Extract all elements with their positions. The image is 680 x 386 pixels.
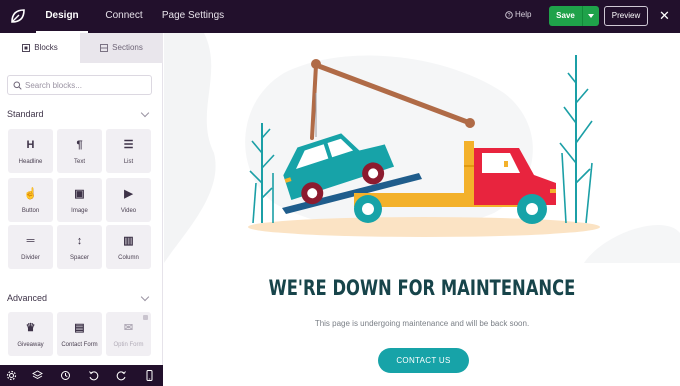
block-image[interactable]: ▣ Image xyxy=(57,178,102,222)
block-optin-form[interactable]: ✉ Optin Form xyxy=(106,312,151,356)
bottom-toolbar xyxy=(0,365,163,386)
block-label: Divider xyxy=(21,255,40,261)
mobile-preview-icon[interactable] xyxy=(144,370,155,381)
block-label: Column xyxy=(118,255,139,261)
tab-sections-label: Sections xyxy=(112,43,143,52)
block-headline[interactable]: H Headline xyxy=(8,129,53,173)
search-box[interactable] xyxy=(7,75,152,95)
block-divider[interactable]: ═ Divider xyxy=(8,225,53,269)
block-label: Giveaway xyxy=(17,342,44,348)
search-input[interactable] xyxy=(25,78,145,92)
layers-icon[interactable] xyxy=(32,370,43,381)
save-options-chevron-icon[interactable] xyxy=(582,6,599,26)
block-label: Image xyxy=(71,208,88,214)
block-spacer[interactable]: ↕ Spacer xyxy=(57,225,102,269)
pointer-icon: ☝ xyxy=(23,188,38,200)
standard-chevron-icon[interactable] xyxy=(140,108,150,118)
sections-icon xyxy=(100,44,109,52)
search-icon xyxy=(13,81,22,90)
settings-gear-icon[interactable] xyxy=(6,370,17,381)
standard-section-heading[interactable]: Standard xyxy=(7,109,44,119)
block-text[interactable]: ¶ Text xyxy=(57,129,102,173)
save-button[interactable]: Save xyxy=(549,6,599,26)
seedprod-logo-icon[interactable] xyxy=(8,6,28,26)
envelope-icon: ✉ xyxy=(123,322,134,334)
paragraph-icon: ¶ xyxy=(76,139,83,151)
help-link[interactable]: ? Help xyxy=(505,10,531,19)
help-icon: ? xyxy=(505,10,513,19)
save-label: Save xyxy=(556,11,575,20)
sidebar: Blocks Sections Standard H Headline ¶ Te… xyxy=(0,33,163,365)
block-label: List xyxy=(123,159,134,165)
help-label: Help xyxy=(515,10,532,19)
spacer-icon: ↕ xyxy=(76,235,83,247)
sidebar-tabs: Blocks Sections xyxy=(0,33,163,63)
preview-button[interactable]: Preview xyxy=(604,6,648,26)
block-video[interactable]: ▶ Video xyxy=(106,178,151,222)
tab-blocks-label: Blocks xyxy=(34,43,58,52)
headline-icon: H xyxy=(26,139,35,151)
block-contact-form[interactable]: ▤ Contact Form xyxy=(57,312,102,356)
history-icon[interactable] xyxy=(60,370,71,381)
contact-us-button[interactable]: CONTACT US xyxy=(378,348,469,373)
video-icon: ▶ xyxy=(124,188,133,200)
block-column[interactable]: ▥ Column xyxy=(106,225,151,269)
undo-icon[interactable] xyxy=(88,370,99,381)
block-button[interactable]: ☝ Button xyxy=(8,178,53,222)
block-label: Headline xyxy=(18,159,43,165)
block-list[interactable]: ☰ List xyxy=(106,129,151,173)
tab-sections[interactable]: Sections xyxy=(80,33,163,63)
block-label: Button xyxy=(21,208,40,214)
tab-page-settings[interactable]: Page Settings xyxy=(160,0,226,33)
svg-text:?: ? xyxy=(508,13,511,19)
page-headline[interactable]: WE'RE DOWN FOR MAINTENANCE xyxy=(221,276,623,300)
giveaway-icon: ♛ xyxy=(25,322,36,334)
image-icon: ▣ xyxy=(74,188,85,200)
block-label: Contact Form xyxy=(61,342,98,348)
form-icon: ▤ xyxy=(74,322,85,334)
column-icon: ▥ xyxy=(123,235,134,247)
block-label: Video xyxy=(120,208,137,214)
block-giveaway[interactable]: ♛ Giveaway xyxy=(8,312,53,356)
top-bar: Design Connect Page Settings ? Help Save… xyxy=(0,0,680,33)
redo-icon[interactable] xyxy=(116,370,127,381)
tab-connect[interactable]: Connect xyxy=(100,0,148,33)
tab-blocks[interactable]: Blocks xyxy=(0,33,80,63)
page-subtext[interactable]: This page is undergoing maintenance and … xyxy=(164,319,680,328)
block-label: Text xyxy=(73,159,85,165)
list-icon: ☰ xyxy=(123,139,134,151)
lock-icon xyxy=(143,315,148,320)
block-label: Spacer xyxy=(69,255,89,261)
advanced-chevron-icon[interactable] xyxy=(140,292,150,302)
advanced-section-heading[interactable]: Advanced xyxy=(7,293,47,303)
blocks-icon xyxy=(22,44,31,52)
tow-truck-illustration xyxy=(164,33,680,263)
block-label: Optin Form xyxy=(113,342,144,348)
tab-design[interactable]: Design xyxy=(36,0,88,33)
close-icon[interactable]: ✕ xyxy=(659,9,670,23)
page-canvas: WE'RE DOWN FOR MAINTENANCE This page is … xyxy=(164,33,680,386)
divider-icon: ═ xyxy=(26,235,35,247)
